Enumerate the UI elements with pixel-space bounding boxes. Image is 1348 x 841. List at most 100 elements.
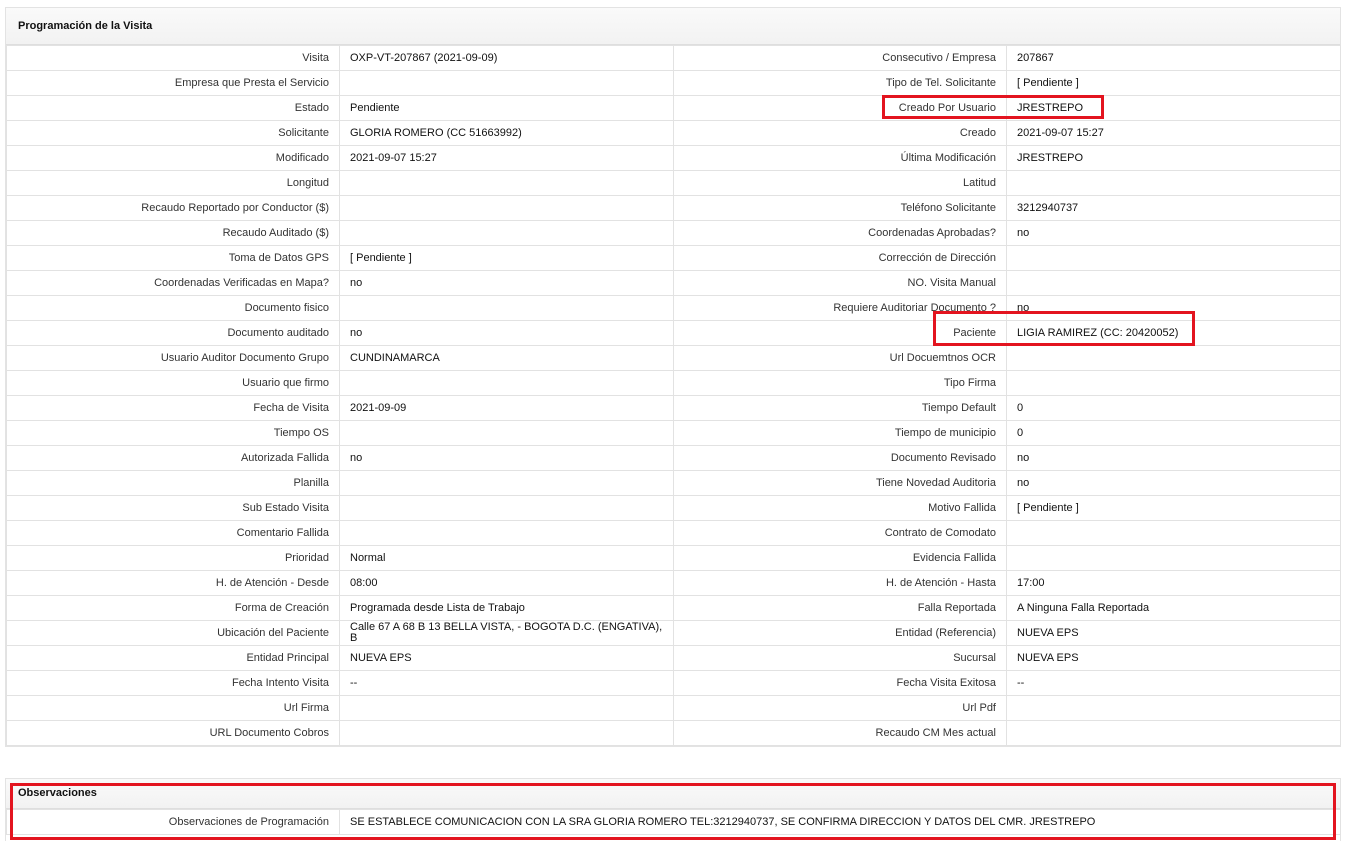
field-value bbox=[339, 470, 674, 496]
programacion-panel: Programación de la Visita Visita OXP-VT-2… bbox=[5, 7, 1341, 747]
field-value: OXP-VT-207867 (2021-09-09) bbox=[339, 45, 674, 71]
field-value bbox=[1006, 345, 1341, 371]
table-row: Visita OXP-VT-207867 (2021-09-09) Consecut… bbox=[6, 45, 1341, 71]
field-value: [ Pendiente ] bbox=[339, 245, 674, 271]
table-row: Coordenadas Verificadas en Mapa? no NO. V… bbox=[6, 270, 1341, 296]
field-value: 2021-09-09 bbox=[339, 395, 674, 421]
field-label: Coordenadas Verificadas en Mapa? bbox=[6, 270, 340, 296]
field-value: no bbox=[339, 445, 674, 471]
field-label: Tiempo OS bbox=[6, 420, 340, 446]
observaciones-table: Observaciones de Programación SE ESTABLE… bbox=[6, 809, 1341, 835]
field-value: 17:00 bbox=[1006, 570, 1341, 596]
field-label: Empresa que Presta el Servicio bbox=[6, 70, 340, 96]
field-value bbox=[1006, 245, 1341, 271]
field-value: 0 bbox=[1006, 420, 1341, 446]
field-label: Documento Revisado bbox=[673, 445, 1007, 471]
field-label: Corrección de Dirección bbox=[673, 245, 1007, 271]
field-value bbox=[1006, 170, 1341, 196]
field-label: Comentario Fallida bbox=[6, 520, 340, 546]
field-label: Falla Reportada bbox=[673, 595, 1007, 621]
field-label: Forma de Creación bbox=[6, 595, 340, 621]
field-value: NUEVA EPS bbox=[1006, 620, 1341, 646]
field-label: Usuario que firmo bbox=[6, 370, 340, 396]
field-value: 2021-09-07 15:27 bbox=[1006, 120, 1341, 146]
field-label: Teléfono Solicitante bbox=[673, 195, 1007, 221]
table-row: Usuario que firmo Tipo Firma bbox=[6, 370, 1341, 396]
field-label: Modificado bbox=[6, 145, 340, 171]
field-label: Estado bbox=[6, 95, 340, 121]
field-value bbox=[339, 170, 674, 196]
table-row: Empresa que Presta el Servicio Tipo de Te… bbox=[6, 70, 1341, 96]
field-label: Autorizada Fallida bbox=[6, 445, 340, 471]
table-row: Fecha de Visita 2021-09-09 Tiempo Default… bbox=[6, 395, 1341, 421]
field-value bbox=[339, 520, 674, 546]
table-row: Fecha Intento Visita -- Fecha Visita Exit… bbox=[6, 670, 1341, 696]
field-label: Sucursal bbox=[673, 645, 1007, 671]
field-label: Evidencia Fallida bbox=[673, 545, 1007, 571]
field-value: [ Pendiente ] bbox=[1006, 495, 1341, 521]
details-table: Visita OXP-VT-207867 (2021-09-09) Consecut… bbox=[6, 45, 1341, 746]
field-label: Url Firma bbox=[6, 695, 340, 721]
field-value: NUEVA EPS bbox=[339, 645, 674, 671]
table-row: Autorizada Fallida no Documento Revisado … bbox=[6, 445, 1341, 471]
field-value bbox=[1006, 520, 1341, 546]
table-row: Ubicación del Paciente Calle 67 A 68 B 13… bbox=[6, 620, 1341, 646]
field-label: Entidad (Referencia) bbox=[673, 620, 1007, 646]
table-row: Documento fisico Requiere Auditoriar Docu… bbox=[6, 295, 1341, 321]
table-row: Forma de Creación Programada desde Lista … bbox=[6, 595, 1341, 621]
field-label: Fecha de Visita bbox=[6, 395, 340, 421]
field-label: Url Docuemtnos OCR bbox=[673, 345, 1007, 371]
field-label: URL Documento Cobros bbox=[6, 720, 340, 746]
table-row: Estado Pendiente Creado Por Usuario JRESTRE… bbox=[6, 95, 1341, 121]
field-value bbox=[339, 295, 674, 321]
field-label: Recaudo Reportado por Conductor ($) bbox=[6, 195, 340, 221]
table-row: Sub Estado Visita Motivo Fallida[ Pendien… bbox=[6, 495, 1341, 521]
field-label: Planilla bbox=[6, 470, 340, 496]
table-row: Solicitante GLORIA ROMERO (CC 51663992) Cr… bbox=[6, 120, 1341, 146]
details-rows: Visita OXP-VT-207867 (2021-09-09) Consecut… bbox=[6, 45, 1341, 746]
table-row: Recaudo Auditado ($) Coordenadas Aprobada… bbox=[6, 220, 1341, 246]
table-row: Recaudo Reportado por Conductor ($) Teléf… bbox=[6, 195, 1341, 221]
table-row: Planilla Tiene Novedad Auditoria no bbox=[6, 470, 1341, 496]
observaciones-title: Observaciones bbox=[6, 779, 1340, 809]
field-label: Sub Estado Visita bbox=[6, 495, 340, 521]
field-value: GLORIA ROMERO (CC 51663992) bbox=[339, 120, 674, 146]
field-value: -- bbox=[339, 670, 674, 696]
table-row: Prioridad Normal Evidencia Fallida bbox=[6, 545, 1341, 571]
field-value: Calle 67 A 68 B 13 BELLA VISTA, - BOGOTA… bbox=[339, 620, 674, 646]
field-label: Prioridad bbox=[6, 545, 340, 571]
section-title: Programación de la Visita bbox=[6, 8, 1340, 45]
field-value: -- bbox=[1006, 670, 1341, 696]
table-row: H. de Atención - Desde 08:00 H. de Atenció… bbox=[6, 570, 1341, 596]
field-label: Coordenadas Aprobadas? bbox=[673, 220, 1007, 246]
field-label: Documento auditado bbox=[6, 320, 340, 346]
field-label: Tiempo de municipio bbox=[673, 420, 1007, 446]
field-label: Recaudo CM Mes actual bbox=[673, 720, 1007, 746]
field-label: Contrato de Comodato bbox=[673, 520, 1007, 546]
table-row: Modificado 2021-09-07 15:27 Última Modific… bbox=[6, 145, 1341, 171]
field-label: Usuario Auditor Documento Grupo bbox=[6, 345, 340, 371]
field-value bbox=[339, 720, 674, 746]
observaciones-label: Observaciones de Programación bbox=[6, 809, 340, 835]
field-value: no bbox=[339, 270, 674, 296]
field-value bbox=[1006, 720, 1341, 746]
field-label: Latitud bbox=[673, 170, 1007, 196]
field-value bbox=[1006, 695, 1341, 721]
field-value: JRESTREPO bbox=[1006, 95, 1341, 121]
field-label: Creado bbox=[673, 120, 1007, 146]
field-value bbox=[339, 495, 674, 521]
field-value bbox=[339, 370, 674, 396]
field-value: no bbox=[1006, 445, 1341, 471]
table-row: Comentario Fallida Contrato de Comodato bbox=[6, 520, 1341, 546]
observaciones-value: SE ESTABLECE COMUNICACION CON LA SRA GLO… bbox=[339, 809, 1341, 835]
field-value: Normal bbox=[339, 545, 674, 571]
field-value bbox=[339, 70, 674, 96]
table-row: URL Documento Cobros Recaudo CM Mes actua… bbox=[6, 720, 1341, 746]
field-value: 2021-09-07 15:27 bbox=[339, 145, 674, 171]
field-value: CUNDINAMARCA bbox=[339, 345, 674, 371]
field-label: Requiere Auditoriar Documento ? bbox=[673, 295, 1007, 321]
field-label: Recaudo Auditado ($) bbox=[6, 220, 340, 246]
field-label: Última Modificación bbox=[673, 145, 1007, 171]
field-label: Longitud bbox=[6, 170, 340, 196]
field-value bbox=[1006, 370, 1341, 396]
